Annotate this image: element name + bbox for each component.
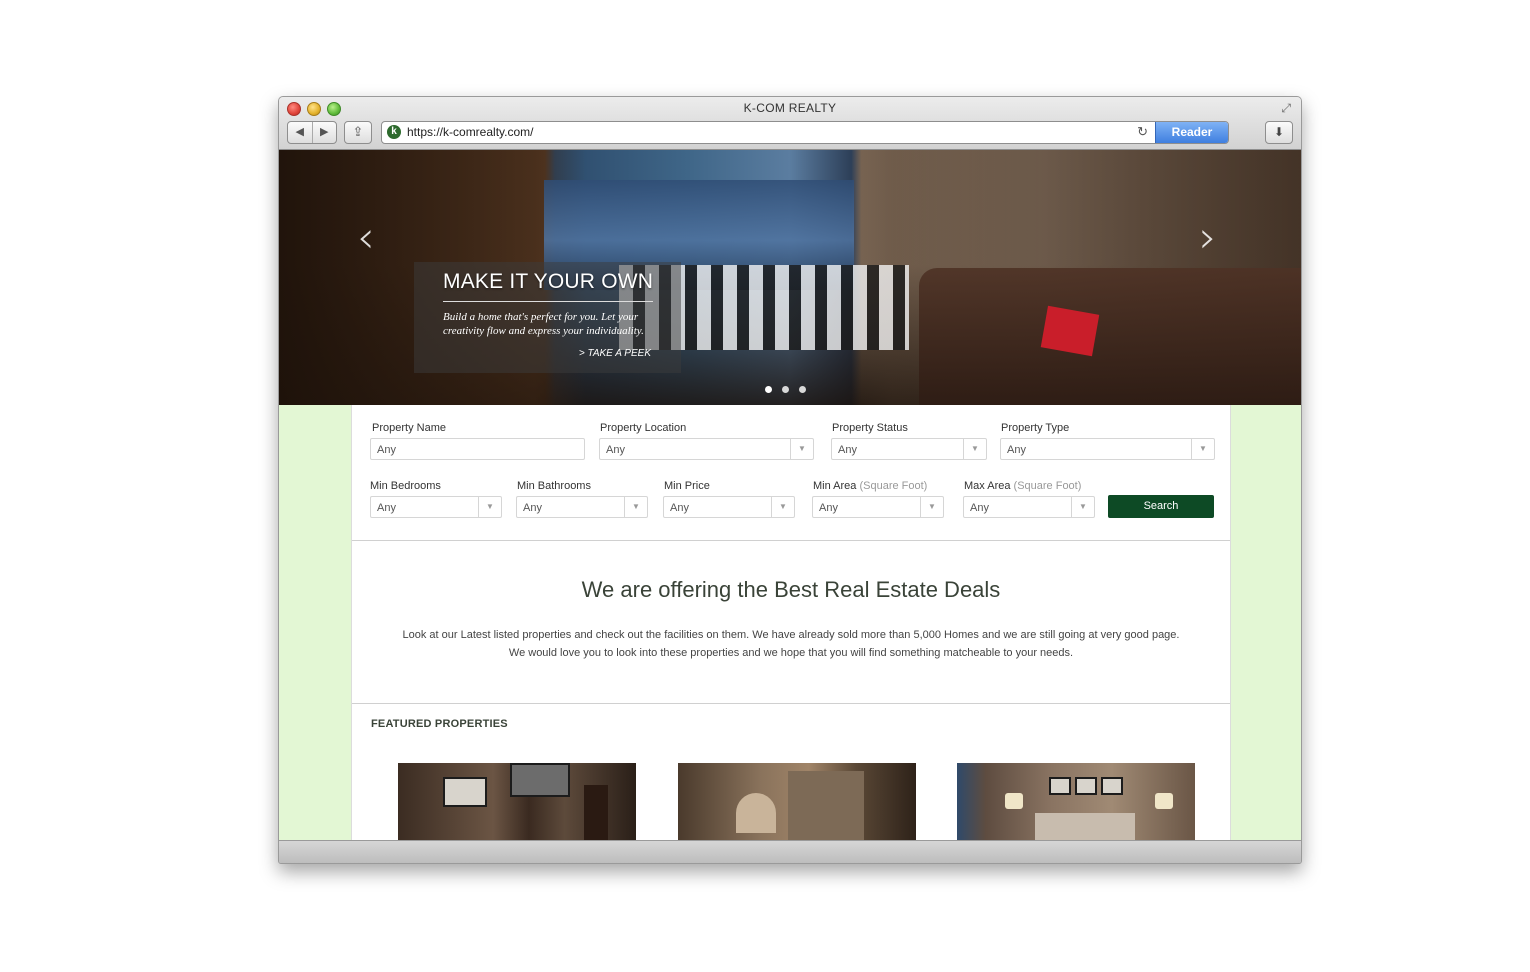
section-divider	[352, 703, 1230, 704]
chevron-down-icon: ▼	[624, 497, 647, 517]
page-viewport: ‹ › MAKE IT YOUR OWN Build a home that's…	[279, 150, 1301, 840]
min-bedrooms-value: Any	[377, 502, 396, 514]
intro-line-1: Look at our Latest listed properties and…	[402, 629, 1180, 641]
min-area-label-text: Min Area	[813, 480, 857, 492]
chevron-down-icon: ▼	[478, 497, 501, 517]
browser-window: K-COM REALTY ⤢ ◀ ▶ ⇪ k https://k-comreal…	[278, 96, 1302, 864]
property-type-label: Property Type	[1001, 422, 1070, 434]
property-location-value: Any	[606, 444, 625, 456]
property-type-select[interactable]: Any ▼	[1000, 438, 1215, 460]
wall-frame	[1049, 777, 1071, 795]
slider-dot-3[interactable]	[799, 386, 806, 393]
chevron-down-icon: ▼	[920, 497, 943, 517]
hero-text: Build a home that's perfect for you. Let…	[443, 311, 644, 337]
property-type-value: Any	[1007, 444, 1026, 456]
sofa	[1035, 813, 1135, 840]
share-icon[interactable]: ⇪	[344, 121, 372, 144]
property-location-label: Property Location	[600, 422, 687, 434]
window-frame	[510, 763, 570, 797]
lamp-shade	[736, 793, 776, 833]
window-title: K-COM REALTY	[743, 101, 837, 115]
max-area-label-text: Max Area	[964, 480, 1011, 492]
history-nav: ◀ ▶	[287, 121, 337, 144]
property-name-value: Any	[377, 444, 396, 456]
property-name-input[interactable]: Any	[370, 438, 585, 460]
hero-image-pillow	[1040, 305, 1100, 357]
hero-slider: ‹ › MAKE IT YOUR OWN Build a home that's…	[279, 150, 1301, 405]
slider-dots	[765, 386, 806, 393]
slider-dot-2[interactable]	[782, 386, 789, 393]
door	[584, 785, 608, 840]
reader-button[interactable]: Reader	[1155, 122, 1228, 143]
min-bathrooms-label: Min Bathrooms	[517, 480, 591, 492]
min-bedrooms-label: Min Bedrooms	[370, 480, 441, 492]
featured-property-image-3[interactable]	[957, 763, 1195, 840]
url-text[interactable]: https://k-comrealty.com/	[407, 125, 533, 139]
slider-next-icon[interactable]: ›	[1199, 212, 1217, 263]
back-icon[interactable]: ◀	[288, 122, 312, 143]
featured-properties-title: FEATURED PROPERTIES	[371, 718, 508, 730]
min-price-select[interactable]: Any ▼	[663, 496, 795, 518]
take-a-peek-link[interactable]: > TAKE A PEEK	[579, 348, 651, 359]
max-area-hint: (Square Foot)	[1013, 480, 1082, 492]
hero-title: MAKE IT YOUR OWN	[443, 270, 654, 293]
chevron-down-icon: ▼	[771, 497, 794, 517]
intro-text: Look at our Latest listed properties and…	[392, 626, 1190, 662]
lamp-left	[1005, 793, 1023, 809]
main-content: Property Name Any Property Location Any …	[351, 405, 1231, 840]
search-button[interactable]: Search	[1108, 495, 1214, 518]
intro-line-2: We would love you to look into these pro…	[508, 647, 1074, 659]
min-price-value: Any	[670, 502, 689, 514]
browser-statusbar	[279, 840, 1301, 863]
min-bathrooms-select[interactable]: Any ▼	[516, 496, 648, 518]
min-area-select[interactable]: Any ▼	[812, 496, 944, 518]
property-location-select[interactable]: Any ▼	[599, 438, 814, 460]
forward-icon[interactable]: ▶	[311, 122, 337, 143]
property-name-label: Property Name	[372, 422, 446, 434]
favicon-icon: k	[387, 125, 401, 139]
min-area-value: Any	[819, 502, 838, 514]
property-status-value: Any	[838, 444, 857, 456]
featured-property-image-1[interactable]	[398, 763, 636, 840]
min-bathrooms-value: Any	[523, 502, 542, 514]
chevron-down-icon: ▼	[1191, 439, 1214, 459]
downloads-icon[interactable]: ⬇	[1265, 121, 1293, 144]
featured-property-image-2[interactable]	[678, 763, 916, 840]
chevron-down-icon: ▼	[790, 439, 813, 459]
min-bedrooms-select[interactable]: Any ▼	[370, 496, 502, 518]
chevron-down-icon: ▼	[963, 439, 986, 459]
wall-art	[443, 777, 487, 807]
slider-prev-icon[interactable]: ‹	[357, 212, 375, 263]
page-headline: We are offering the Best Real Estate Dea…	[581, 577, 1001, 602]
property-status-select[interactable]: Any ▼	[831, 438, 987, 460]
max-area-label: Max Area (Square Foot)	[964, 480, 1081, 492]
reload-icon[interactable]: ↻	[1137, 124, 1148, 140]
wall-frame	[1075, 777, 1097, 795]
hero-image-sofa	[919, 268, 1301, 405]
min-area-hint: (Square Foot)	[859, 480, 928, 492]
lamp-right	[1155, 793, 1173, 809]
hero-divider	[443, 301, 653, 302]
min-area-label: Min Area (Square Foot)	[813, 480, 927, 492]
max-area-value: Any	[970, 502, 989, 514]
wall-panel	[788, 771, 864, 840]
hero-caption: MAKE IT YOUR OWN Build a home that's per…	[414, 262, 681, 373]
max-area-select[interactable]: Any ▼	[963, 496, 1095, 518]
property-status-label: Property Status	[832, 422, 908, 434]
chevron-down-icon: ▼	[1071, 497, 1094, 517]
section-divider	[352, 540, 1230, 541]
fullscreen-icon[interactable]: ⤢	[1281, 101, 1291, 116]
browser-toolbar: K-COM REALTY ⤢ ◀ ▶ ⇪ k https://k-comreal…	[279, 97, 1301, 150]
wall-frame	[1101, 777, 1123, 795]
min-price-label: Min Price	[664, 480, 710, 492]
address-bar[interactable]: k https://k-comrealty.com/ ↻ Reader	[381, 121, 1229, 144]
slider-dot-1[interactable]	[765, 386, 772, 393]
